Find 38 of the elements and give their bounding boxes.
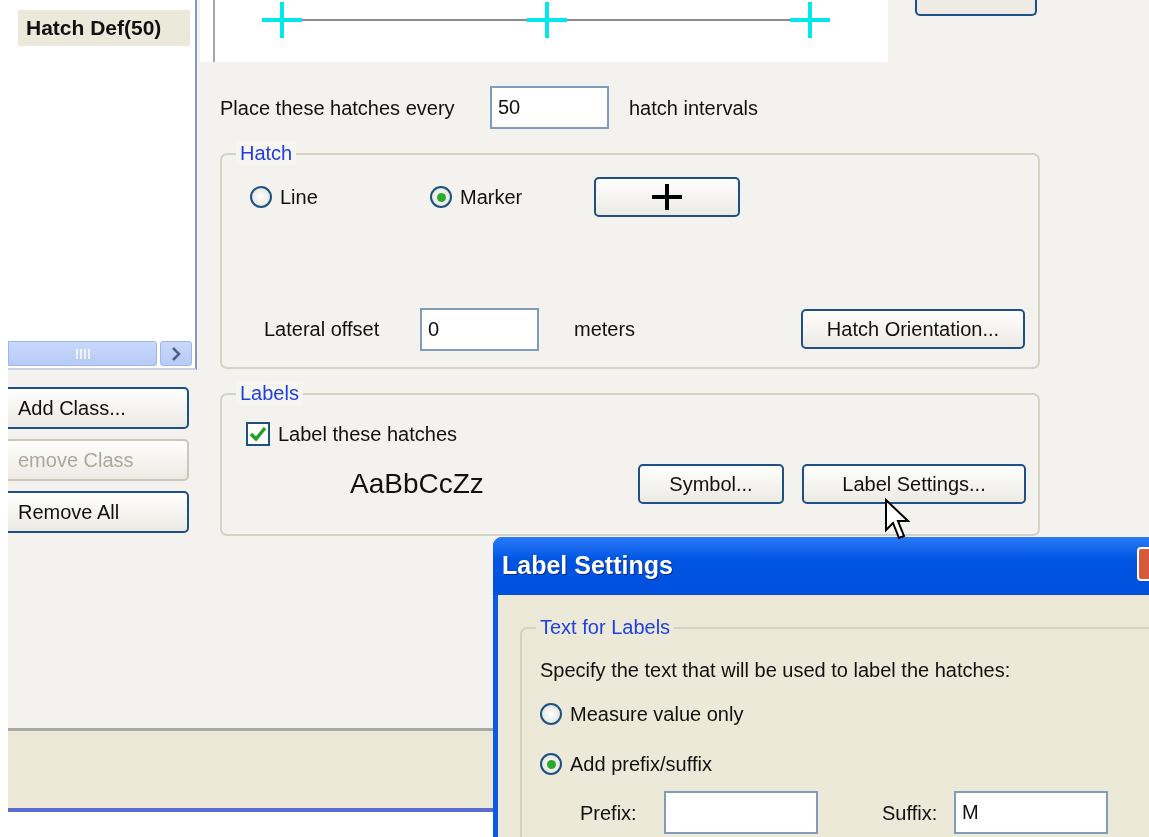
class-button[interactable]: Remove All: [8, 491, 189, 533]
label-settings-button[interactable]: Label Settings...: [802, 464, 1026, 504]
plus-icon: [650, 182, 684, 212]
list-item[interactable]: Hatch Def(50): [18, 10, 190, 46]
suffix-field[interactable]: M: [954, 791, 1108, 834]
group-title: Hatch: [236, 141, 297, 165]
prefix-field[interactable]: [664, 791, 818, 834]
label-sample-text: AaBbCcZz: [350, 467, 485, 501]
radio-label: Line: [280, 185, 318, 210]
radio-label: Measure value only: [570, 702, 744, 727]
group-title: Labels: [236, 381, 303, 405]
marker-button[interactable]: [594, 177, 740, 217]
radio-label: Add prefix/suffix: [570, 752, 712, 777]
radio-button[interactable]: [250, 186, 272, 208]
radio-button[interactable]: [430, 186, 452, 208]
checkbox[interactable]: [246, 422, 270, 446]
interval-label: Place these hatches every: [220, 95, 456, 121]
chevron-right-icon: [171, 346, 181, 361]
lateral-offset-field[interactable]: 0: [420, 307, 539, 351]
mouse-cursor-icon: [884, 498, 910, 542]
horizontal-scrollbar[interactable]: [8, 341, 195, 368]
suffix-label: Suffix:: [882, 800, 939, 826]
instruction-text: Specify the text that will be used to label the hatches:: [540, 658, 1012, 683]
radio-button[interactable]: [540, 753, 562, 775]
radio-button[interactable]: [540, 703, 562, 725]
symbol-button[interactable]: Symbol...: [638, 464, 784, 504]
partial-button[interactable]: [915, 0, 1037, 16]
checkbox-label: Label these hatches: [278, 422, 458, 447]
grip-icon: [74, 348, 91, 359]
lateral-offset-label: Lateral offset: [264, 317, 381, 342]
radio-label: Marker: [460, 185, 523, 210]
class-button[interactable]: Add Class...: [8, 387, 189, 429]
interval-field[interactable]: 50: [490, 86, 609, 129]
interval-unit: hatch intervals: [629, 95, 758, 121]
hatch-orientation-button[interactable]: Hatch Orientation...: [801, 309, 1025, 349]
prefix-label: Prefix:: [580, 800, 638, 826]
offset-unit: meters: [574, 317, 637, 342]
dialog-title: Label Settings: [502, 550, 673, 582]
